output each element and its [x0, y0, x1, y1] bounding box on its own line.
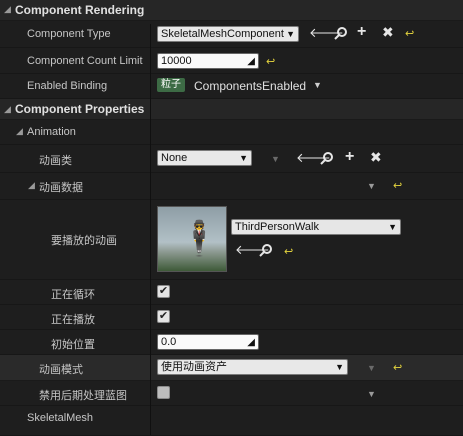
anim-mode-dropdown[interactable]: 使用动画资产 ▼ — [157, 359, 348, 375]
count-limit-value: 10000 — [161, 55, 192, 67]
playing-checkbox[interactable]: ✔ — [157, 310, 170, 323]
animation-group-label: Animation — [27, 126, 76, 138]
component-type-dropdown[interactable]: SkeletalMeshComponent ▼ — [157, 26, 299, 42]
dropdown-arrow-icon[interactable]: ▼ — [367, 181, 376, 191]
browse-search-icon[interactable] — [259, 243, 273, 260]
component-type-label: Component Type — [27, 28, 111, 40]
count-limit-input[interactable]: 10000 ◢ — [157, 53, 259, 69]
collapse-triangle-icon[interactable]: ◢ — [28, 180, 35, 191]
clear-x-icon[interactable]: ✖ — [382, 25, 394, 39]
collapse-triangle-icon[interactable]: ◢ — [16, 126, 23, 137]
disable-post-process-checkbox[interactable]: ✔ — [157, 386, 170, 399]
anim-data-label: 动画数据 — [39, 182, 83, 194]
collapse-triangle-icon[interactable]: ◢ — [4, 104, 11, 115]
component-type-value: SkeletalMeshComponent — [161, 28, 284, 40]
reset-to-default-icon[interactable]: ↩ — [266, 55, 275, 68]
anim-to-play-dropdown[interactable]: ThirdPersonWalk ▼ — [231, 219, 401, 235]
initial-position-value: 0.0 — [161, 336, 177, 348]
looping-checkbox[interactable]: ✔ — [157, 285, 170, 298]
browse-search-icon[interactable] — [334, 26, 348, 43]
reset-to-default-icon[interactable]: ↩ — [284, 245, 293, 258]
enabled-binding-label: Enabled Binding — [27, 80, 108, 92]
disable-post-process-label: 禁用后期处理蓝图 — [39, 390, 127, 402]
column-divider[interactable] — [150, 24, 151, 435]
add-icon[interactable]: + — [345, 149, 354, 165]
browse-search-icon[interactable] — [320, 151, 334, 168]
anim-class-dropdown[interactable]: None ▼ — [157, 150, 252, 166]
reset-to-default-icon[interactable]: ↩ — [405, 27, 414, 40]
clear-x-icon[interactable]: ✖ — [370, 150, 382, 164]
anim-mode-value: 使用动画资产 — [161, 361, 227, 373]
animation-thumbnail[interactable]: 🕴 — [157, 206, 227, 272]
enabled-binding-value[interactable]: ComponentsEnabled — [194, 79, 306, 93]
add-icon[interactable]: + — [357, 24, 366, 40]
particle-namespace-tag: 粒子 — [157, 78, 185, 92]
anim-mode-label: 动画模式 — [39, 364, 83, 376]
dropdown-arrow-icon[interactable]: ▼ — [271, 154, 280, 164]
collapse-triangle-icon[interactable]: ◢ — [4, 4, 11, 15]
reset-to-default-icon[interactable]: ↩ — [393, 361, 402, 374]
enabled-binding-dropdown-arrow[interactable]: ▼ — [313, 80, 322, 90]
anim-class-label: 动画类 — [39, 155, 72, 167]
section-title-rendering: Component Rendering — [15, 3, 145, 17]
initial-position-input[interactable]: 0.0 ◢ — [157, 334, 259, 350]
playing-label: 正在播放 — [51, 314, 95, 326]
dropdown-arrow-icon[interactable]: ▼ — [367, 389, 376, 399]
character-figure-icon: 🕴 — [178, 220, 221, 258]
anim-to-play-label: 要播放的动画 — [51, 235, 117, 247]
anim-to-play-value: ThirdPersonWalk — [235, 221, 319, 233]
reset-to-default-icon[interactable]: ↩ — [393, 179, 402, 192]
anim-class-value: None — [161, 152, 188, 164]
skeletal-mesh-label: SkeletalMesh — [27, 412, 94, 424]
looping-label: 正在循环 — [51, 289, 95, 301]
initial-position-label: 初始位置 — [51, 339, 95, 351]
count-limit-label: Component Count Limit — [27, 55, 143, 67]
section-title-properties: Component Properties — [15, 102, 145, 116]
dropdown-arrow-icon[interactable]: ▼ — [367, 363, 376, 373]
